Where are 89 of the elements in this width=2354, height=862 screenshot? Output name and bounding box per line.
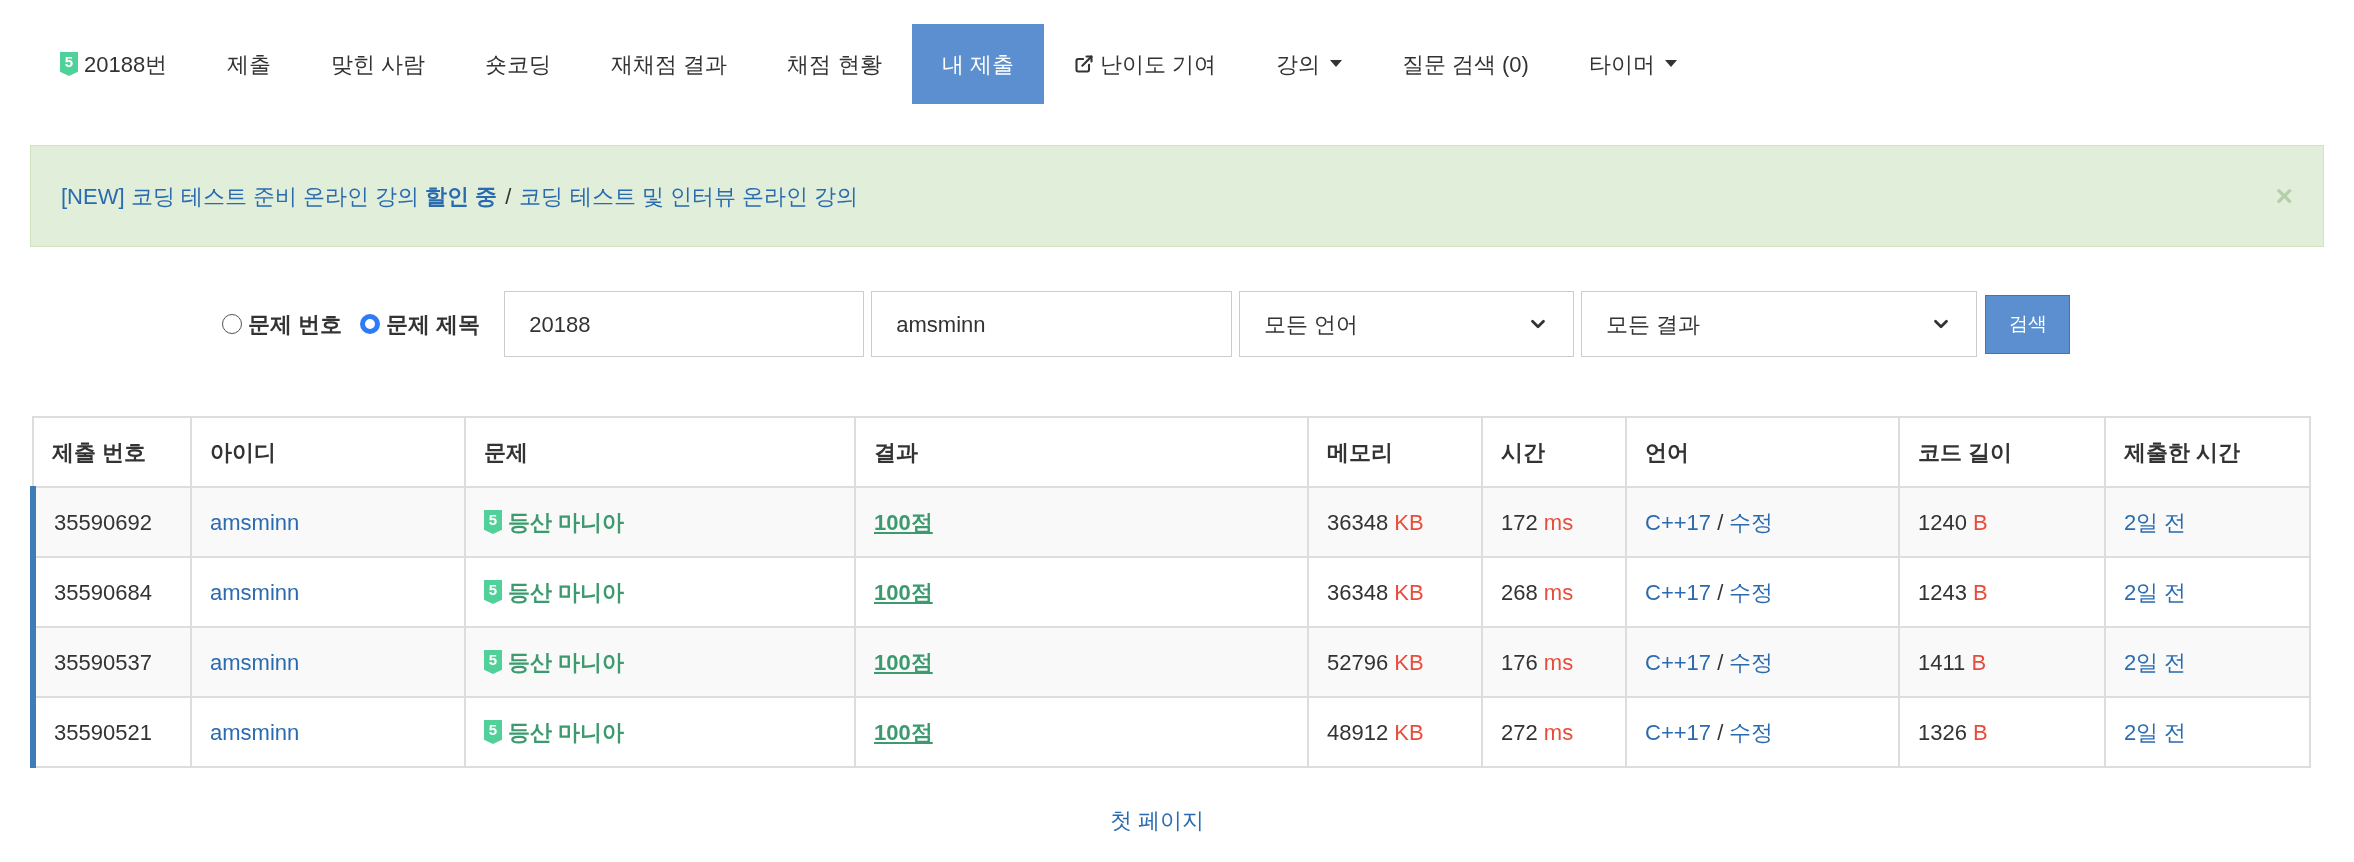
language-select[interactable]: 모든 언어	[1239, 291, 1575, 357]
edit-link[interactable]: 수정	[1729, 509, 1774, 535]
result-select[interactable]: 모든 결과	[1581, 291, 1978, 357]
unit-label: ms	[1543, 579, 1574, 605]
nav-tab[interactable]: 맞힌 사람	[301, 24, 456, 104]
language-link[interactable]: C++17	[1645, 509, 1712, 535]
code-length-value: 1326	[1918, 719, 1967, 745]
radio-label: 문제 제목	[386, 310, 481, 339]
memory-value: 36348	[1327, 579, 1389, 605]
time-value: 176	[1501, 649, 1538, 675]
search-button[interactable]: 검색	[1985, 294, 2071, 354]
result-link[interactable]: 100점	[874, 649, 933, 675]
memory-value: 48912	[1327, 719, 1389, 745]
unit-label: ms	[1543, 719, 1574, 745]
separator-text: /	[505, 182, 512, 211]
column-header: 아이디	[191, 417, 465, 487]
nav-tab[interactable]: 난이도 기여	[1043, 24, 1246, 104]
time-value: 268	[1501, 579, 1538, 605]
promo-link[interactable]: [NEW] 코딩 테스트 준비 온라인 강의 할인 중	[61, 179, 498, 213]
caret-icon	[1664, 60, 1677, 68]
external-link-icon	[1073, 54, 1094, 74]
nav-tab[interactable]: 제출	[197, 24, 302, 104]
language-link[interactable]: C++17	[1645, 649, 1712, 675]
radio-button[interactable]	[360, 314, 381, 334]
promo-link[interactable]: 코딩 테스트 및 인터뷰 온라인 강의	[519, 179, 859, 213]
edit-link[interactable]: 수정	[1729, 719, 1774, 745]
separator-text: /	[1717, 649, 1724, 675]
first-page-link[interactable]: 첫 페이지	[1109, 804, 1205, 837]
input-field[interactable]: amsminn	[871, 291, 1233, 357]
unit-label: KB	[1394, 509, 1424, 535]
user-link[interactable]: amsminn	[210, 649, 300, 675]
code-length-value: 1411	[1918, 649, 1966, 675]
problem-link[interactable]: 등산 마니아	[508, 505, 625, 539]
result-link[interactable]: 100점	[874, 509, 933, 535]
unit-label: KB	[1394, 719, 1424, 745]
column-header: 결과	[855, 417, 1308, 487]
submitted-time-link[interactable]: 2일 전	[2124, 719, 2187, 745]
code-length-value: 1240	[1918, 509, 1967, 535]
language-link[interactable]: C++17	[1645, 579, 1712, 605]
unit-label: KB	[1394, 649, 1424, 675]
unit-label: B	[1973, 719, 1988, 745]
memory-value: 36348	[1327, 509, 1389, 535]
tier-badge: 5	[484, 510, 502, 534]
problem-link[interactable]: 등산 마니아	[508, 575, 625, 609]
caret-icon	[1329, 60, 1342, 68]
radio-label: 문제 번호	[248, 310, 343, 339]
submitted-time-link[interactable]: 2일 전	[2124, 579, 2187, 605]
unit-label: B	[1971, 649, 1987, 675]
unit-label: ms	[1543, 649, 1574, 675]
table-cell: 35590521	[33, 697, 191, 767]
nav-tab[interactable]: 재채점 결과	[581, 24, 758, 104]
nav-tab[interactable]: 질문 검색 (0)	[1371, 24, 1559, 104]
result-link[interactable]: 100점	[874, 719, 933, 745]
unit-label: B	[1973, 579, 1988, 605]
unit-label: KB	[1394, 579, 1424, 605]
nav-tab[interactable]: 내 제출	[911, 24, 1044, 104]
tier-badge: 5	[484, 580, 502, 604]
unit-label: B	[1973, 509, 1988, 535]
separator-text: /	[1717, 719, 1724, 745]
submitted-time-link[interactable]: 2일 전	[2124, 649, 2187, 675]
nav-tab[interactable]: 숏코딩	[455, 24, 582, 104]
time-value: 172	[1501, 509, 1538, 535]
code-length-value: 1243	[1918, 579, 1967, 605]
tier-badge: 5	[60, 52, 78, 76]
problem-link[interactable]: 등산 마니아	[508, 645, 625, 679]
nav-tab[interactable]: 강의	[1245, 24, 1372, 104]
edit-link[interactable]: 수정	[1729, 579, 1774, 605]
tier-badge: 5	[484, 650, 502, 674]
submitted-time-link[interactable]: 2일 전	[2124, 509, 2187, 535]
time-value: 272	[1501, 719, 1538, 745]
memory-value: 52796	[1327, 649, 1389, 675]
unit-label: ms	[1543, 509, 1574, 535]
separator-text: /	[1717, 509, 1724, 535]
user-link[interactable]: amsminn	[210, 509, 300, 535]
problem-link[interactable]: 등산 마니아	[508, 715, 625, 749]
column-header: 언어	[1626, 417, 1899, 487]
separator-text: /	[1717, 579, 1724, 605]
nav-tab[interactable]: 5 20188번	[30, 24, 198, 104]
column-header: 문제	[465, 417, 855, 487]
tier-badge: 5	[484, 720, 502, 744]
user-link[interactable]: amsminn	[210, 719, 300, 745]
input-field[interactable]: 20188	[504, 291, 865, 357]
language-link[interactable]: C++17	[1645, 719, 1712, 745]
result-link[interactable]: 100점	[874, 579, 933, 605]
user-link[interactable]: amsminn	[210, 579, 300, 605]
nav-tab[interactable]: 타이머	[1558, 24, 1707, 104]
nav-tab[interactable]: 채점 현황	[757, 24, 912, 104]
edit-link[interactable]: 수정	[1729, 649, 1774, 675]
column-header: 제출 번호	[33, 417, 191, 487]
